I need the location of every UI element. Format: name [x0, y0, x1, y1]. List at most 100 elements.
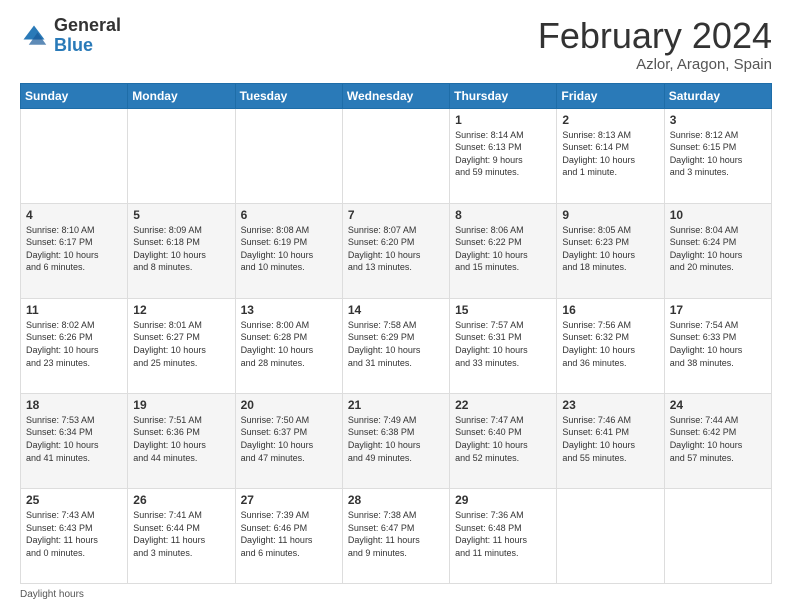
calendar-cell: 5Sunrise: 8:09 AM Sunset: 6:18 PM Daylig… — [128, 203, 235, 298]
calendar-cell: 2 Sunrise: 8:13 AM Sunset: 6:14 PM Daylig… — [557, 108, 664, 203]
day-info: Sunrise: 8:09 AM Sunset: 6:18 PM Dayligh… — [133, 224, 229, 274]
calendar-cell: 26Sunrise: 7:41 AM Sunset: 6:44 PM Dayli… — [128, 488, 235, 583]
logo-icon — [20, 22, 48, 50]
calendar-week-row: 18 Sunrise: 7:53 AM Sunset: 6:34 PM Dayli… — [21, 393, 772, 488]
day-number: 17 — [670, 303, 766, 317]
month-year: February 2024 — [538, 16, 772, 56]
day-info: Sunrise: 7:49 AM Sunset: 6:38 PM Dayligh… — [348, 414, 444, 464]
header: General Blue February 2024 Azlor, Aragon… — [20, 16, 772, 73]
calendar-week-row: 11Sunrise: 8:02 AM Sunset: 6:26 PM Dayli… — [21, 298, 772, 393]
day-number: 2 — [562, 113, 658, 127]
day-info: Sunrise: 8:05 AM Sunset: 6:23 PM Dayligh… — [562, 224, 658, 274]
day-info: Sunrise: 7:36 AM Sunset: 6:48 PM Dayligh… — [455, 509, 551, 559]
calendar-cell: 7 Sunrise: 8:07 AM Sunset: 6:20 PM Daylig… — [342, 203, 449, 298]
calendar: SundayMondayTuesdayWednesdayThursdayFrid… — [20, 83, 772, 584]
day-info: Sunrise: 8:07 AM Sunset: 6:20 PM Dayligh… — [348, 224, 444, 274]
day-number: 24 — [670, 398, 766, 412]
calendar-cell: 9 Sunrise: 8:05 AM Sunset: 6:23 PM Daylig… — [557, 203, 664, 298]
day-number: 26 — [133, 493, 229, 507]
day-number: 29 — [455, 493, 551, 507]
day-info: Sunrise: 7:47 AM Sunset: 6:40 PM Dayligh… — [455, 414, 551, 464]
calendar-day-header: Sunday — [21, 83, 128, 108]
day-info: Sunrise: 8:12 AM Sunset: 6:15 PM Dayligh… — [670, 129, 766, 179]
calendar-cell — [664, 488, 771, 583]
day-info: Sunrise: 7:38 AM Sunset: 6:47 PM Dayligh… — [348, 509, 444, 559]
day-number: 22 — [455, 398, 551, 412]
calendar-cell: 19Sunrise: 7:51 AM Sunset: 6:36 PM Dayli… — [128, 393, 235, 488]
calendar-cell: 10 Sunrise: 8:04 AM Sunset: 6:24 PM Dayli… — [664, 203, 771, 298]
day-number: 6 — [241, 208, 337, 222]
day-info: Sunrise: 8:01 AM Sunset: 6:27 PM Dayligh… — [133, 319, 229, 369]
calendar-cell: 4Sunrise: 8:10 AM Sunset: 6:17 PM Daylig… — [21, 203, 128, 298]
calendar-cell: 28 Sunrise: 7:38 AM Sunset: 6:47 PM Dayli… — [342, 488, 449, 583]
day-info: Sunrise: 7:39 AM Sunset: 6:46 PM Dayligh… — [241, 509, 337, 559]
calendar-cell: 15 Sunrise: 7:57 AM Sunset: 6:31 PM Dayli… — [450, 298, 557, 393]
calendar-day-header: Wednesday — [342, 83, 449, 108]
calendar-cell — [21, 108, 128, 203]
calendar-cell — [342, 108, 449, 203]
day-info: Sunrise: 7:44 AM Sunset: 6:42 PM Dayligh… — [670, 414, 766, 464]
day-info: Sunrise: 8:00 AM Sunset: 6:28 PM Dayligh… — [241, 319, 337, 369]
day-number: 28 — [348, 493, 444, 507]
day-number: 1 — [455, 113, 551, 127]
day-number: 3 — [670, 113, 766, 127]
calendar-cell: 18 Sunrise: 7:53 AM Sunset: 6:34 PM Dayli… — [21, 393, 128, 488]
day-number: 13 — [241, 303, 337, 317]
day-number: 18 — [26, 398, 122, 412]
calendar-cell: 1 Sunrise: 8:14 AM Sunset: 6:13 PM Daylig… — [450, 108, 557, 203]
calendar-cell: 22 Sunrise: 7:47 AM Sunset: 6:40 PM Dayli… — [450, 393, 557, 488]
day-info: Sunrise: 8:14 AM Sunset: 6:13 PM Dayligh… — [455, 129, 551, 179]
calendar-week-row: 25 Sunrise: 7:43 AM Sunset: 6:43 PM Dayli… — [21, 488, 772, 583]
day-info: Sunrise: 8:08 AM Sunset: 6:19 PM Dayligh… — [241, 224, 337, 274]
day-info: Sunrise: 8:13 AM Sunset: 6:14 PM Dayligh… — [562, 129, 658, 179]
day-info: Sunrise: 7:50 AM Sunset: 6:37 PM Dayligh… — [241, 414, 337, 464]
day-number: 14 — [348, 303, 444, 317]
calendar-cell: 21 Sunrise: 7:49 AM Sunset: 6:38 PM Dayli… — [342, 393, 449, 488]
day-info: Sunrise: 7:58 AM Sunset: 6:29 PM Dayligh… — [348, 319, 444, 369]
calendar-day-header: Saturday — [664, 83, 771, 108]
logo: General Blue — [20, 16, 121, 56]
day-number: 20 — [241, 398, 337, 412]
day-info: Sunrise: 7:57 AM Sunset: 6:31 PM Dayligh… — [455, 319, 551, 369]
calendar-cell: 12 Sunrise: 8:01 AM Sunset: 6:27 PM Dayli… — [128, 298, 235, 393]
day-info: Sunrise: 7:54 AM Sunset: 6:33 PM Dayligh… — [670, 319, 766, 369]
calendar-cell: 17 Sunrise: 7:54 AM Sunset: 6:33 PM Dayli… — [664, 298, 771, 393]
day-info: Sunrise: 8:04 AM Sunset: 6:24 PM Dayligh… — [670, 224, 766, 274]
calendar-header-row: SundayMondayTuesdayWednesdayThursdayFrid… — [21, 83, 772, 108]
day-info: Sunrise: 7:53 AM Sunset: 6:34 PM Dayligh… — [26, 414, 122, 464]
calendar-cell: 25 Sunrise: 7:43 AM Sunset: 6:43 PM Dayli… — [21, 488, 128, 583]
logo-general: General — [54, 16, 121, 36]
day-number: 21 — [348, 398, 444, 412]
calendar-day-header: Tuesday — [235, 83, 342, 108]
day-number: 27 — [241, 493, 337, 507]
day-number: 10 — [670, 208, 766, 222]
day-number: 7 — [348, 208, 444, 222]
day-number: 23 — [562, 398, 658, 412]
calendar-cell: 8 Sunrise: 8:06 AM Sunset: 6:22 PM Daylig… — [450, 203, 557, 298]
calendar-cell: 3 Sunrise: 8:12 AM Sunset: 6:15 PM Daylig… — [664, 108, 771, 203]
day-info: Sunrise: 8:06 AM Sunset: 6:22 PM Dayligh… — [455, 224, 551, 274]
calendar-day-header: Friday — [557, 83, 664, 108]
day-number: 15 — [455, 303, 551, 317]
title-block: February 2024 Azlor, Aragon, Spain — [538, 16, 772, 73]
calendar-cell: 27 Sunrise: 7:39 AM Sunset: 6:46 PM Dayli… — [235, 488, 342, 583]
day-number: 12 — [133, 303, 229, 317]
day-number: 25 — [26, 493, 122, 507]
footer-note: Daylight hours — [20, 589, 772, 600]
page: General Blue February 2024 Azlor, Aragon… — [0, 0, 792, 612]
calendar-cell: 29 Sunrise: 7:36 AM Sunset: 6:48 PM Dayli… — [450, 488, 557, 583]
calendar-day-header: Thursday — [450, 83, 557, 108]
calendar-week-row: 1 Sunrise: 8:14 AM Sunset: 6:13 PM Daylig… — [21, 108, 772, 203]
day-number: 19 — [133, 398, 229, 412]
day-number: 9 — [562, 208, 658, 222]
day-info: Sunrise: 7:56 AM Sunset: 6:32 PM Dayligh… — [562, 319, 658, 369]
calendar-cell — [128, 108, 235, 203]
calendar-day-header: Monday — [128, 83, 235, 108]
day-info: Sunrise: 7:43 AM Sunset: 6:43 PM Dayligh… — [26, 509, 122, 559]
calendar-cell — [557, 488, 664, 583]
day-number: 8 — [455, 208, 551, 222]
calendar-cell: 16Sunrise: 7:56 AM Sunset: 6:32 PM Dayli… — [557, 298, 664, 393]
calendar-cell: 20 Sunrise: 7:50 AM Sunset: 6:37 PM Dayli… — [235, 393, 342, 488]
calendar-cell: 24 Sunrise: 7:44 AM Sunset: 6:42 PM Dayli… — [664, 393, 771, 488]
day-number: 11 — [26, 303, 122, 317]
